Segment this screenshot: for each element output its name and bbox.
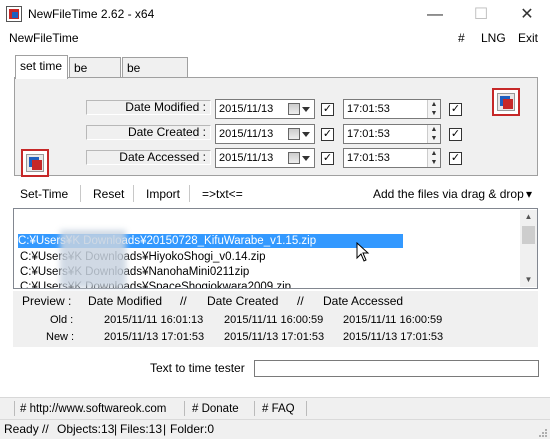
app-icon xyxy=(6,6,22,22)
preview-old-modified: 2015/11/11 16:01:13 xyxy=(104,314,204,326)
scroll-up-icon[interactable]: ▲ xyxy=(520,210,537,224)
tab-be-older[interactable]: be older xyxy=(69,57,121,89)
chevron-down-icon[interactable] xyxy=(302,132,310,137)
status-files: Files:13 xyxy=(120,422,163,436)
toolbar-divider xyxy=(133,185,134,202)
list-item[interactable]: C:¥Users¥K Downloads¥NanohaMini0211zip xyxy=(20,265,249,279)
link-divider xyxy=(254,401,255,416)
maximize-button[interactable]: ☐ xyxy=(458,0,504,30)
set-time-button[interactable]: Set-Time xyxy=(20,187,68,201)
calendar-dropdown-icon[interactable] xyxy=(288,128,300,140)
redacted-username xyxy=(60,230,126,288)
resize-grip-icon[interactable] xyxy=(538,428,548,438)
status-folder: Folder:0 xyxy=(170,422,215,436)
export-txt-button[interactable]: =>txt<= xyxy=(202,187,243,201)
spin-up-icon[interactable]: ▲ xyxy=(428,125,440,134)
spin-up-icon[interactable]: ▲ xyxy=(428,100,440,109)
date-modified-time-value: 17:01:53 xyxy=(347,103,390,115)
calendar-clock-icon[interactable] xyxy=(492,88,520,116)
date-created-date-picker[interactable]: 2015/11/13 xyxy=(215,124,315,144)
spin-up-icon[interactable]: ▲ xyxy=(428,149,440,158)
scrollbar-thumb[interactable] xyxy=(522,226,535,244)
file-list-scrollbar[interactable]: ▲ ▼ xyxy=(520,210,537,287)
close-button[interactable]: ✕ xyxy=(504,0,550,30)
menu-newfiletime[interactable]: NewFileTime xyxy=(9,31,79,45)
date-created-time-checkbox[interactable]: ✓ xyxy=(449,128,462,141)
date-modified-date-picker[interactable]: 2015/11/13 xyxy=(215,99,315,119)
window-title: NewFileTime 2.62 - x64 xyxy=(28,7,155,21)
chevron-down-icon[interactable] xyxy=(302,107,310,112)
status-objects: Objects:13 xyxy=(57,422,115,436)
spin-down-icon[interactable]: ▼ xyxy=(428,134,440,143)
date-accessed-date-value: 2015/11/13 xyxy=(219,152,274,164)
menu-exit[interactable]: Exit xyxy=(518,31,538,45)
mouse-cursor-icon xyxy=(356,242,370,262)
link-divider xyxy=(184,401,185,416)
date-modified-time-checkbox[interactable]: ✓ xyxy=(449,103,462,116)
link-divider xyxy=(14,401,15,416)
menu-hash[interactable]: # xyxy=(458,31,465,45)
preview-old-created: 2015/11/11 16:00:59 xyxy=(224,314,324,326)
preview-label: Preview : xyxy=(22,294,72,308)
tab-be-younger[interactable]: be younger xyxy=(122,57,188,89)
preview-col-accessed: Date Accessed xyxy=(323,294,404,308)
link-divider xyxy=(306,401,307,416)
status-sep: | xyxy=(163,422,167,436)
date-accessed-time-value: 17:01:53 xyxy=(347,152,390,164)
preview-col-modified: Date Modified xyxy=(88,294,163,308)
date-created-date-value: 2015/11/13 xyxy=(219,128,274,140)
faq-link[interactable]: # FAQ xyxy=(262,403,295,415)
calendar-clock-icon[interactable] xyxy=(21,149,49,177)
preview-new-created: 2015/11/13 17:01:53 xyxy=(224,331,325,343)
date-created-time-spinner[interactable]: ▲ ▼ xyxy=(427,125,440,143)
tab-set-time[interactable]: set time xyxy=(15,55,68,79)
tester-input[interactable] xyxy=(254,360,539,377)
date-created-date-checkbox[interactable]: ✓ xyxy=(321,128,334,141)
preview-sep: // xyxy=(297,294,304,308)
date-accessed-date-picker[interactable]: 2015/11/13 xyxy=(215,148,315,168)
date-accessed-time-spinner[interactable]: ▲ ▼ xyxy=(427,149,440,167)
preview-old-accessed: 2015/11/11 16:00:59 xyxy=(343,314,443,326)
status-ready: Ready xyxy=(4,422,39,436)
date-modified-date-value: 2015/11/13 xyxy=(219,103,274,115)
date-created-label: Date Created : xyxy=(86,125,211,140)
date-modified-label: Date Modified : xyxy=(86,100,211,115)
toolbar-divider xyxy=(189,185,190,202)
preview-old-label: Old : xyxy=(50,314,74,326)
date-accessed-label: Date Accessed : xyxy=(86,150,211,165)
spin-down-icon[interactable]: ▼ xyxy=(428,109,440,118)
scroll-down-icon[interactable]: ▼ xyxy=(520,273,537,287)
spin-down-icon[interactable]: ▼ xyxy=(428,158,440,167)
list-item[interactable]: C:¥Users¥K Downloads¥HiyokoShogi_v0.14.z… xyxy=(20,250,265,264)
add-files-dropdown[interactable]: Add the files via drag & drop xyxy=(373,187,524,201)
date-modified-time-spinner[interactable]: ▲ ▼ xyxy=(427,100,440,118)
date-created-time-value: 17:01:53 xyxy=(347,128,390,140)
status-sep: // xyxy=(42,422,49,436)
preview-new-modified: 2015/11/13 17:01:53 xyxy=(104,331,205,343)
minimize-button[interactable]: — xyxy=(412,0,458,30)
import-button[interactable]: Import xyxy=(146,187,180,201)
status-sep: | xyxy=(114,422,118,436)
calendar-dropdown-icon[interactable] xyxy=(288,152,300,164)
preview-new-accessed: 2015/11/13 17:01:53 xyxy=(343,331,444,343)
donate-link[interactable]: # Donate xyxy=(192,403,239,415)
preview-sep: // xyxy=(180,294,187,308)
chevron-down-icon[interactable] xyxy=(302,156,310,161)
preview-new-label: New : xyxy=(46,331,75,343)
date-accessed-time-checkbox[interactable]: ✓ xyxy=(449,152,462,165)
date-modified-date-checkbox[interactable]: ✓ xyxy=(321,103,334,116)
website-link[interactable]: # http://www.softwareok.com xyxy=(20,403,166,415)
chevron-down-icon[interactable]: ▾ xyxy=(526,187,532,201)
menu-language[interactable]: LNG xyxy=(481,31,506,45)
reset-button[interactable]: Reset xyxy=(93,187,124,201)
calendar-dropdown-icon[interactable] xyxy=(288,103,300,115)
date-accessed-date-checkbox[interactable]: ✓ xyxy=(321,152,334,165)
tester-label: Text to time tester xyxy=(150,361,245,375)
toolbar-divider xyxy=(80,185,81,202)
preview-col-created: Date Created xyxy=(207,294,279,308)
